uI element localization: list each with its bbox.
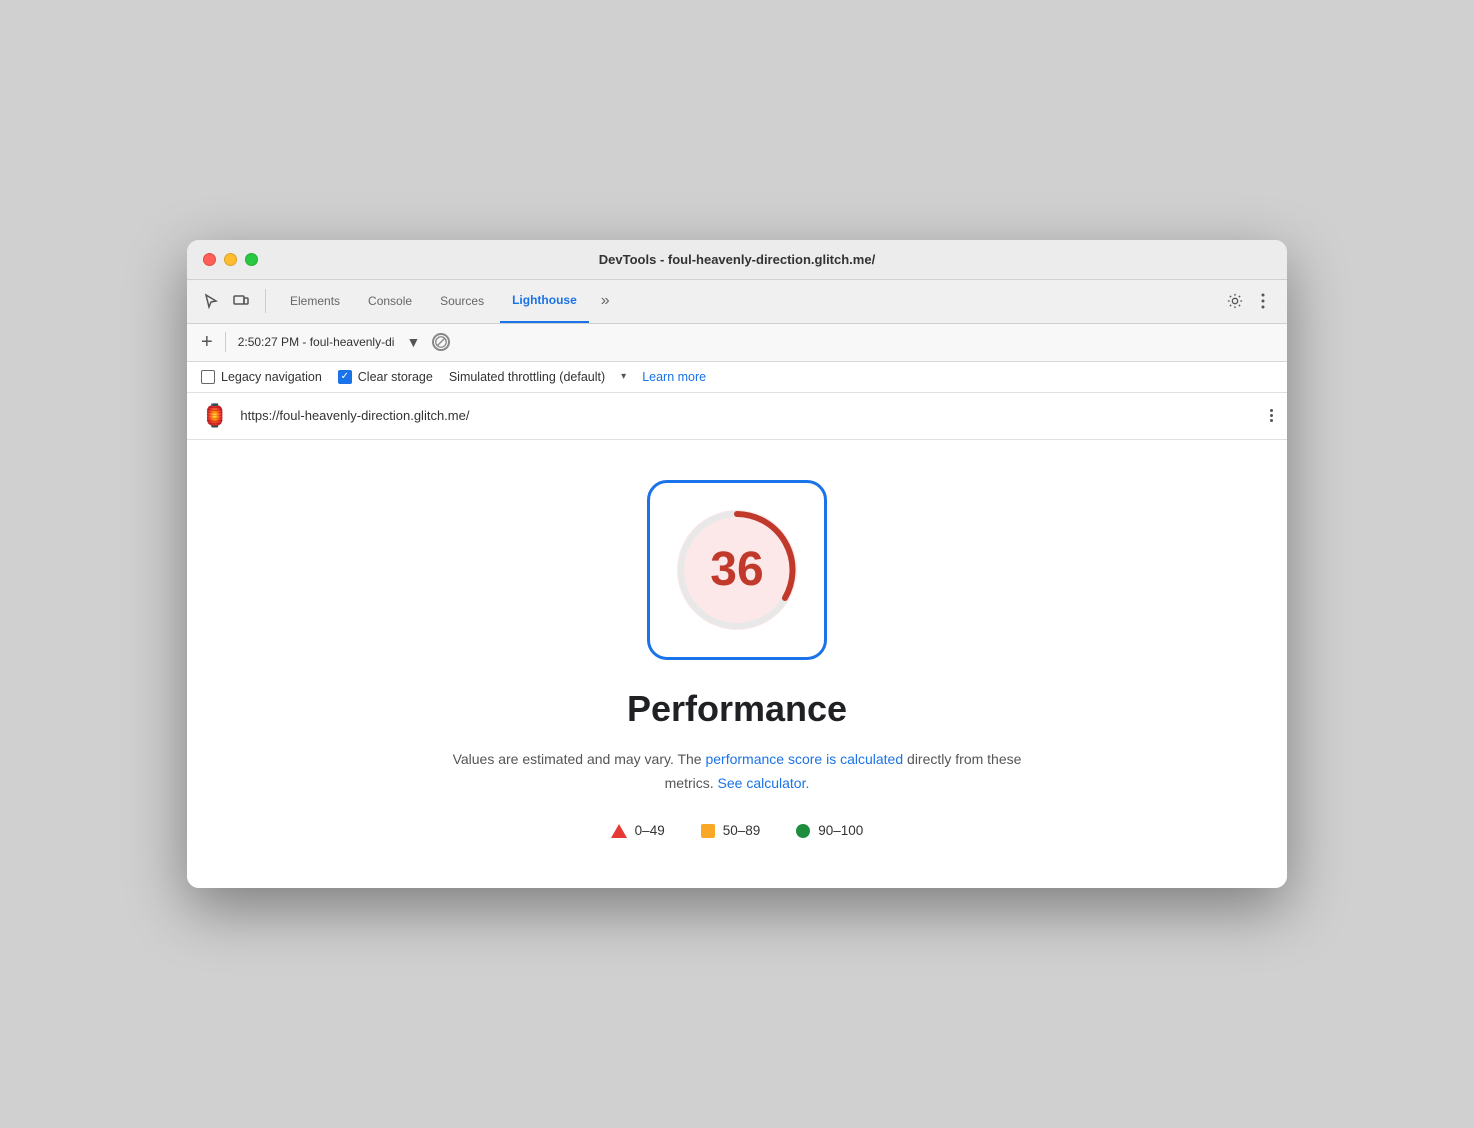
performance-description: Values are estimated and may vary. The p…	[447, 748, 1027, 796]
tab-sources[interactable]: Sources	[428, 279, 496, 323]
good-range: 90–100	[818, 823, 863, 838]
device-toggle-icon[interactable]	[229, 289, 253, 313]
score-gauge: 36	[647, 480, 827, 660]
tab-console[interactable]: Console	[356, 279, 424, 323]
legacy-navigation-checkbox[interactable]: Legacy navigation	[201, 370, 322, 384]
url-text: https://foul-heavenly-direction.glitch.m…	[240, 408, 1258, 423]
performance-title: Performance	[627, 688, 847, 730]
main-content: 36 Performance Values are estimated and …	[187, 440, 1287, 889]
perf-score-link[interactable]: performance score is calculated	[705, 751, 903, 767]
block-icon[interactable]	[432, 333, 450, 351]
window-title: DevTools - foul-heavenly-direction.glitc…	[599, 252, 875, 267]
clear-storage-check-icon[interactable]: ✓	[338, 370, 352, 384]
throttling-label: Simulated throttling (default)	[449, 370, 605, 384]
description-before: Values are estimated and may vary. The	[453, 751, 706, 767]
clear-storage-checkbox[interactable]: ✓ Clear storage	[338, 370, 433, 384]
poor-range: 0–49	[635, 823, 665, 838]
gauge-inner: 36	[667, 500, 807, 640]
minimize-button[interactable]	[224, 253, 237, 266]
poor-icon	[611, 824, 627, 838]
tab-elements[interactable]: Elements	[278, 279, 352, 323]
legend-item-good: 90–100	[796, 823, 863, 838]
toolbar: + 2:50:27 PM - foul-heavenly-di ▼	[187, 324, 1287, 362]
tab-bar: Elements Console Sources Lighthouse »	[187, 280, 1287, 324]
toolbar-divider	[225, 332, 226, 352]
timestamp-label: 2:50:27 PM - foul-heavenly-di	[238, 335, 395, 349]
url-more-options-icon[interactable]	[1270, 409, 1273, 422]
close-button[interactable]	[203, 253, 216, 266]
average-icon	[701, 824, 715, 838]
devtools-window: DevTools - foul-heavenly-direction.glitc…	[187, 240, 1287, 889]
clear-storage-label: Clear storage	[358, 370, 433, 384]
performance-score: 36	[710, 542, 763, 597]
devtools-icon-group	[199, 289, 266, 313]
add-button[interactable]: +	[201, 332, 213, 352]
calculator-link[interactable]: See calculator.	[718, 775, 810, 791]
legend-item-average: 50–89	[701, 823, 761, 838]
legacy-navigation-check-icon[interactable]	[201, 370, 215, 384]
legacy-navigation-label: Legacy navigation	[221, 370, 322, 384]
cursor-icon[interactable]	[199, 289, 223, 313]
title-bar: DevTools - foul-heavenly-direction.glitc…	[187, 240, 1287, 280]
maximize-button[interactable]	[245, 253, 258, 266]
legend: 0–49 50–89 90–100	[611, 823, 864, 838]
more-tabs-button[interactable]: »	[593, 292, 618, 310]
traffic-lights	[203, 253, 258, 266]
tab-lighthouse[interactable]: Lighthouse	[500, 279, 589, 323]
legend-item-poor: 0–49	[611, 823, 665, 838]
more-options-icon[interactable]	[1251, 289, 1275, 313]
average-range: 50–89	[723, 823, 761, 838]
lighthouse-logo-icon: 🏮	[201, 403, 228, 429]
good-icon	[796, 824, 810, 838]
settings-icon[interactable]	[1223, 289, 1247, 313]
options-bar: Legacy navigation ✓ Clear storage Simula…	[187, 362, 1287, 393]
timestamp-dropdown[interactable]: ▼	[406, 334, 420, 350]
learn-more-link[interactable]: Learn more	[642, 370, 706, 384]
throttling-dropdown-arrow[interactable]: ▾	[621, 371, 626, 382]
url-bar: 🏮 https://foul-heavenly-direction.glitch…	[187, 393, 1287, 440]
